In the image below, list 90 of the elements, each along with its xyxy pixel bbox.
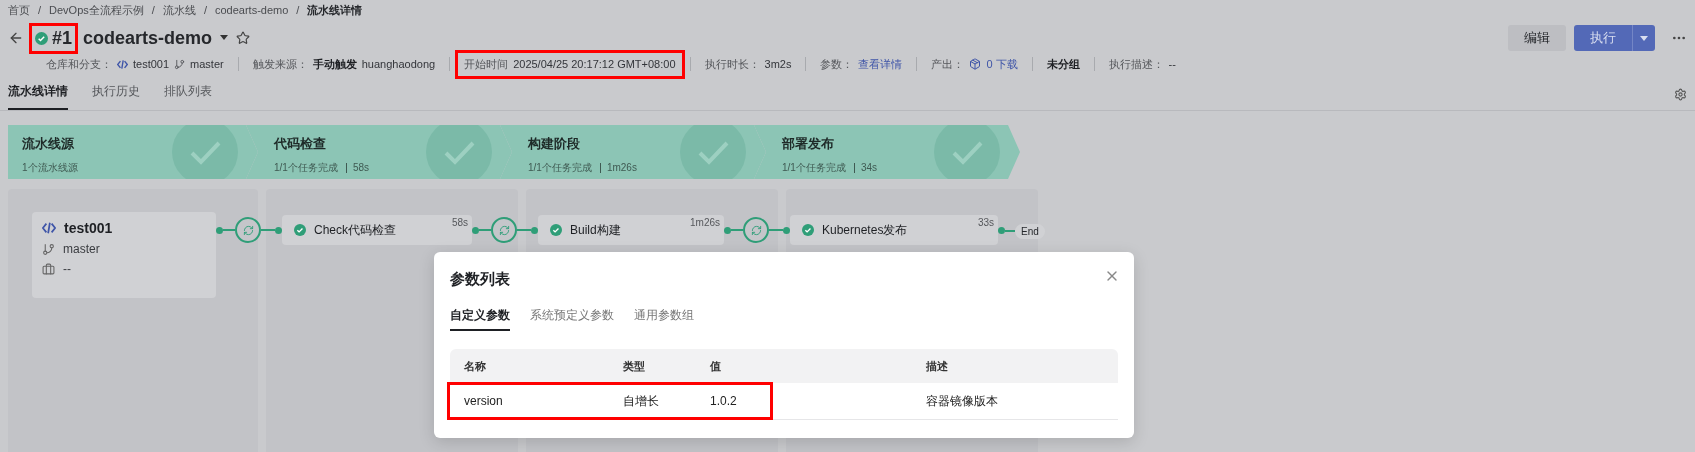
tab[interactable]: 系统预定义参数: [530, 307, 614, 331]
branch-name: master: [63, 242, 100, 256]
meta-label: 产出：: [931, 56, 965, 72]
edit-button[interactable]: 编辑: [1508, 25, 1566, 51]
job-card[interactable]: Check代码检查 58s: [282, 215, 472, 245]
tab[interactable]: 流水线详情: [8, 83, 68, 110]
branch-name: master: [190, 58, 224, 70]
table-cell-text: 1.0.2: [710, 394, 738, 408]
caret-icon: [1640, 35, 1648, 41]
breadcrumb-separator: /: [203, 4, 207, 16]
briefcase-icon: [42, 262, 55, 276]
star-icon[interactable]: [236, 31, 251, 45]
stage-name: 代码检查: [274, 135, 327, 153]
meta-label: 执行描述：: [1108, 56, 1164, 72]
stage-name: 构建阶段: [528, 135, 581, 153]
stage-summary: 1个流水线源: [22, 161, 78, 175]
meta-label: 开始时间: [464, 56, 509, 72]
source-card[interactable]: test001 master --: [32, 212, 216, 298]
column-header: 描述: [926, 358, 949, 374]
tab[interactable]: 通用参数组: [634, 307, 694, 331]
job-card[interactable]: Build构建 1m26s: [538, 215, 724, 245]
stage-duration: 58s: [345, 163, 370, 173]
job-name: Build构建: [570, 221, 622, 239]
job-name: Kubernetes发布: [822, 221, 909, 239]
end-node: End: [1015, 224, 1045, 239]
table-cell-text: 自增长: [623, 392, 660, 410]
meta-value: huanghaodong: [361, 58, 436, 70]
check-icon: [172, 125, 238, 179]
column-header: 值: [710, 358, 722, 374]
tab[interactable]: 排队列表: [164, 83, 212, 110]
breadcrumb-link[interactable]: DevOps全流程示例: [49, 2, 144, 18]
package-icon: [969, 58, 982, 70]
success-icon: [294, 224, 306, 236]
check-icon: [426, 125, 492, 179]
stage-name: 部署发布: [782, 135, 835, 153]
meta-label: 仓库和分支：: [46, 56, 112, 72]
run-number: #1: [52, 27, 73, 49]
back-icon[interactable]: [8, 30, 24, 46]
table-cell-text: 容器镜像版本: [926, 392, 999, 410]
success-icon: [550, 224, 562, 236]
breadcrumb-separator: /: [296, 4, 300, 16]
meta-label: 触发来源：: [252, 56, 308, 72]
run-button[interactable]: 执行: [1574, 25, 1633, 51]
job-card[interactable]: Kubernetes发布 33s: [790, 215, 998, 245]
repo-name: test001: [64, 220, 113, 236]
meta-value: 未分组: [1046, 56, 1080, 72]
check-icon: [934, 125, 1000, 179]
repo-icon: [117, 58, 128, 70]
breadcrumb-link[interactable]: 流水线详情: [307, 2, 363, 18]
artifact-value: --: [63, 262, 71, 276]
job-name: Check代码检查: [314, 221, 397, 239]
stage-summary: 1/1个任务完成: [274, 161, 338, 175]
job-duration: 33s: [977, 217, 994, 228]
stage-summary: 1/1个任务完成: [782, 161, 846, 175]
breadcrumb-separator: /: [38, 4, 42, 16]
job-duration: 1m26s: [690, 217, 720, 228]
table-cell-text: version: [463, 394, 504, 408]
breadcrumb-separator: /: [151, 4, 155, 16]
repo-name: test001: [133, 58, 170, 70]
column-header: 名称: [463, 358, 487, 374]
breadcrumb-link[interactable]: 首页: [8, 2, 30, 18]
branch-icon: [42, 242, 55, 256]
pipeline-name: codearts-demo: [83, 27, 213, 49]
meta-link[interactable]: 0 下载: [986, 56, 1018, 72]
meta-link[interactable]: 查看详情: [858, 56, 903, 72]
job-duration: 58s: [451, 217, 468, 228]
check-icon: [680, 125, 746, 179]
success-icon: [802, 224, 814, 236]
breadcrumb-link[interactable]: 流水线: [162, 2, 196, 18]
stage-name: 流水线源: [22, 135, 75, 153]
success-icon: [35, 31, 48, 45]
caret-icon[interactable]: [220, 35, 229, 41]
meta-value: --: [1168, 58, 1176, 70]
meta-value: 3m2s: [764, 58, 792, 70]
stage-duration: 34s: [853, 163, 878, 173]
settings-icon[interactable]: [1674, 88, 1687, 101]
meta-value: 2025/04/25 20:17:12 GMT+08:00: [513, 58, 676, 70]
tab[interactable]: 执行历史: [92, 83, 140, 110]
meta-label: 执行时长：: [704, 56, 760, 72]
meta-value: 手动触发: [312, 56, 357, 72]
stage-duration: 1m26s: [599, 163, 637, 173]
meta-label: 参数：: [820, 56, 854, 72]
stage-summary: 1/1个任务完成: [528, 161, 592, 175]
tab[interactable]: 自定义参数: [450, 307, 510, 331]
column-header: 类型: [623, 358, 646, 374]
dialog-title: 参数列表: [450, 270, 510, 289]
breadcrumb-link[interactable]: codearts-demo: [214, 4, 289, 16]
repo-icon: [42, 221, 56, 235]
branch-icon: [174, 58, 186, 70]
connector: [998, 227, 1015, 234]
